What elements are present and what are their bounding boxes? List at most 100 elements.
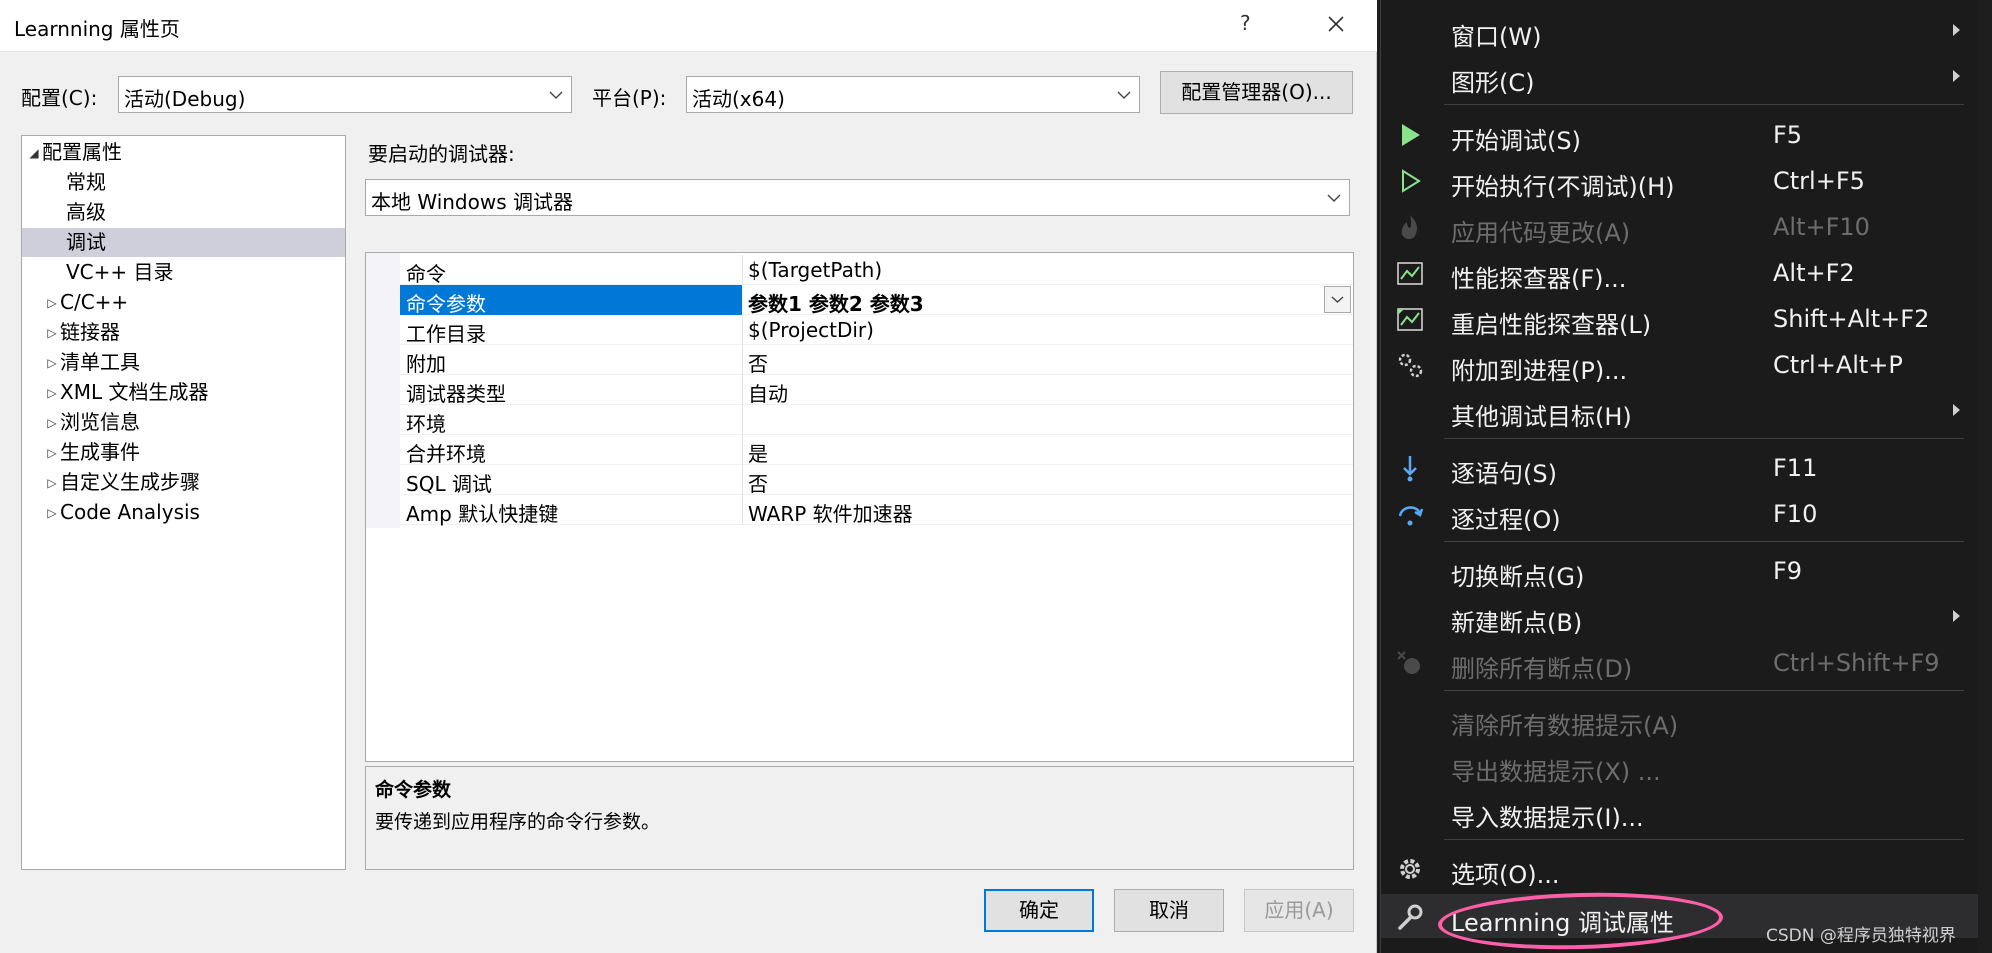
column-divider [742, 345, 743, 375]
tree-item-label: 浏览信息 [60, 410, 140, 434]
debug-menu: 窗口(W) 图形(C) 开始调试(S) F5 开始执行(不调试)(H) Ctrl… [1380, 0, 1979, 953]
collapsed-triangle-icon[interactable]: ▷ [44, 439, 60, 468]
close-button[interactable] [1320, 8, 1352, 40]
menu-item-shortcut: F5 [1773, 121, 1803, 149]
debugger-select[interactable]: 本地 Windows 调试器 [365, 179, 1350, 216]
menu-item-delete-all-breakpoints: 删除所有断点(D) Ctrl+Shift+F9 [1381, 640, 1979, 684]
menu-item-options[interactable]: 选项(O)... [1381, 846, 1979, 890]
collapsed-triangle-icon[interactable]: ▷ [44, 379, 60, 408]
menu-item-window[interactable]: 窗口(W) [1381, 8, 1979, 52]
property-row-working-dir[interactable]: 工作目录 $(ProjectDir) [400, 315, 1353, 346]
menu-item-attach-to-process[interactable]: 附加到进程(P)... Ctrl+Alt+P [1381, 342, 1979, 386]
column-divider [742, 435, 743, 465]
menu-separator [1444, 541, 1964, 542]
cancel-button[interactable]: 取消 [1114, 889, 1224, 932]
menu-item-label: 选项(O)... [1451, 861, 1560, 889]
property-row-environment[interactable]: 环境 [400, 405, 1353, 436]
collapsed-triangle-icon[interactable]: ▷ [44, 289, 60, 318]
tree-item-label: 自定义生成步骤 [60, 470, 200, 494]
tree-item-advanced[interactable]: 高级 [22, 198, 345, 227]
tree-item-debugging[interactable]: 调试 [22, 228, 345, 257]
play-outline-icon [1402, 169, 1421, 193]
submenu-arrow-icon [1953, 24, 1960, 36]
tree-item-general[interactable]: 常规 [22, 168, 345, 197]
property-row-command[interactable]: 命令 $(TargetPath) [400, 255, 1353, 286]
property-value: 否 [748, 472, 768, 496]
property-row-amp-accelerator[interactable]: Amp 默认快捷键 WARP 软件加速器 [400, 495, 1353, 526]
property-row-command-args[interactable]: 命令参数 参数1 参数2 参数3 [400, 285, 1353, 317]
menu-item-step-over[interactable]: 逐过程(O) F10 [1381, 491, 1979, 535]
tree-item-browse-info[interactable]: ▷ 浏览信息 [44, 408, 140, 437]
menu-item-label: 重启性能探查器(L) [1451, 311, 1652, 339]
collapsed-triangle-icon[interactable]: ▷ [44, 499, 60, 528]
property-name: 命令 [406, 262, 446, 286]
column-divider [742, 375, 743, 405]
property-name: 调试器类型 [406, 382, 506, 406]
help-button[interactable]: ? [1240, 11, 1251, 35]
tree-item-code-analysis[interactable]: ▷ Code Analysis [44, 498, 200, 527]
column-divider [742, 255, 743, 285]
menu-item-new-breakpoint[interactable]: 新建断点(B) [1381, 594, 1979, 638]
property-description-panel: 命令参数 要传递到应用程序的命令行参数。 [365, 766, 1354, 870]
tree-item-config-properties[interactable]: ◢ 配置属性 [26, 138, 341, 167]
tree-item-xml-doc[interactable]: ▷ XML 文档生成器 [44, 378, 208, 407]
description-title: 命令参数 [375, 779, 452, 801]
dialog-title: Learnning 属性页 [14, 17, 180, 41]
tree-item-linker[interactable]: ▷ 链接器 [44, 318, 120, 347]
tree-item-label: 配置属性 [42, 140, 122, 164]
platform-select[interactable]: 活动(x64) [686, 76, 1140, 113]
menu-item-clear-datatips: 清除所有数据提示(A) [1381, 697, 1979, 741]
config-select-value: 活动(Debug) [124, 87, 246, 111]
expanded-triangle-icon[interactable]: ◢ [26, 139, 42, 168]
menu-item-restart-profiler[interactable]: 重启性能探查器(L) Shift+Alt+F2 [1381, 296, 1979, 340]
value-dropdown-button[interactable] [1324, 286, 1351, 313]
step-into-icon [1403, 456, 1417, 482]
property-value[interactable]: 参数1 参数2 参数3 [748, 288, 924, 317]
collapsed-triangle-icon[interactable]: ▷ [44, 319, 60, 348]
close-icon [1328, 16, 1344, 32]
property-value: $(TargetPath) [748, 258, 883, 282]
config-select[interactable]: 活动(Debug) [118, 76, 572, 113]
column-divider [742, 315, 743, 345]
property-row-debugger-type[interactable]: 调试器类型 自动 [400, 375, 1353, 406]
menu-item-shortcut: Shift+Alt+F2 [1773, 305, 1930, 333]
menu-item-start-debugging[interactable]: 开始调试(S) F5 [1381, 112, 1979, 156]
menu-item-label: 图形(C) [1451, 69, 1535, 97]
tree-item-vc-directories[interactable]: VC++ 目录 [22, 258, 345, 287]
property-value: 自动 [748, 382, 788, 406]
menu-item-toggle-breakpoint[interactable]: 切换断点(G) F9 [1381, 548, 1979, 592]
tree-item-manifest-tool[interactable]: ▷ 清单工具 [44, 348, 140, 377]
property-row-sql-debugging[interactable]: SQL 调试 否 [400, 465, 1353, 496]
tree-item-build-events[interactable]: ▷ 生成事件 [44, 438, 140, 467]
tree-item-custom-build[interactable]: ▷ 自定义生成步骤 [44, 468, 200, 497]
config-manager-button[interactable]: 配置管理器(O)... [1160, 71, 1353, 114]
collapsed-triangle-icon[interactable]: ▷ [44, 349, 60, 378]
gears-icon [1398, 353, 1423, 378]
grid-gutter [366, 253, 400, 528]
collapsed-triangle-icon[interactable]: ▷ [44, 469, 60, 498]
property-name: 环境 [406, 412, 446, 436]
menu-item-label: 性能探查器(F)... [1451, 265, 1627, 293]
property-row-attach[interactable]: 附加 否 [400, 345, 1353, 376]
menu-item-start-without-debugging[interactable]: 开始执行(不调试)(H) Ctrl+F5 [1381, 158, 1979, 202]
apply-button[interactable]: 应用(A) [1244, 889, 1354, 932]
property-row-merge-env[interactable]: 合并环境 是 [400, 435, 1353, 466]
menu-item-performance-profiler[interactable]: 性能探查器(F)... Alt+F2 [1381, 250, 1979, 294]
menu-item-shortcut: F9 [1773, 557, 1803, 585]
property-name: Amp 默认快捷键 [406, 502, 559, 526]
delete-breakpoints-icon [1397, 651, 1420, 674]
menu-item-step-into[interactable]: 逐语句(S) F11 [1381, 445, 1979, 489]
menu-separator [1444, 104, 1964, 105]
chevron-down-icon [1327, 194, 1341, 202]
tree-item-label: 调试 [66, 230, 106, 254]
wrench-icon [1398, 904, 1423, 930]
menu-item-other-debug-targets[interactable]: 其他调试目标(H) [1381, 388, 1979, 432]
ok-button[interactable]: 确定 [984, 889, 1094, 932]
collapsed-triangle-icon[interactable]: ▷ [44, 409, 60, 438]
property-value: WARP 软件加速器 [748, 502, 913, 526]
chevron-down-icon [1331, 296, 1344, 303]
menu-item-import-datatips[interactable]: 导入数据提示(I)... [1381, 789, 1979, 833]
menu-item-graphics[interactable]: 图形(C) [1381, 54, 1979, 98]
tree-item-cpp[interactable]: ▷ C/C++ [44, 288, 128, 317]
property-tree: ◢ 配置属性 常规 高级 调试 VC++ 目录 ▷ C/C++ ▷ 链接器 ▷ 清单工具… [21, 135, 346, 870]
